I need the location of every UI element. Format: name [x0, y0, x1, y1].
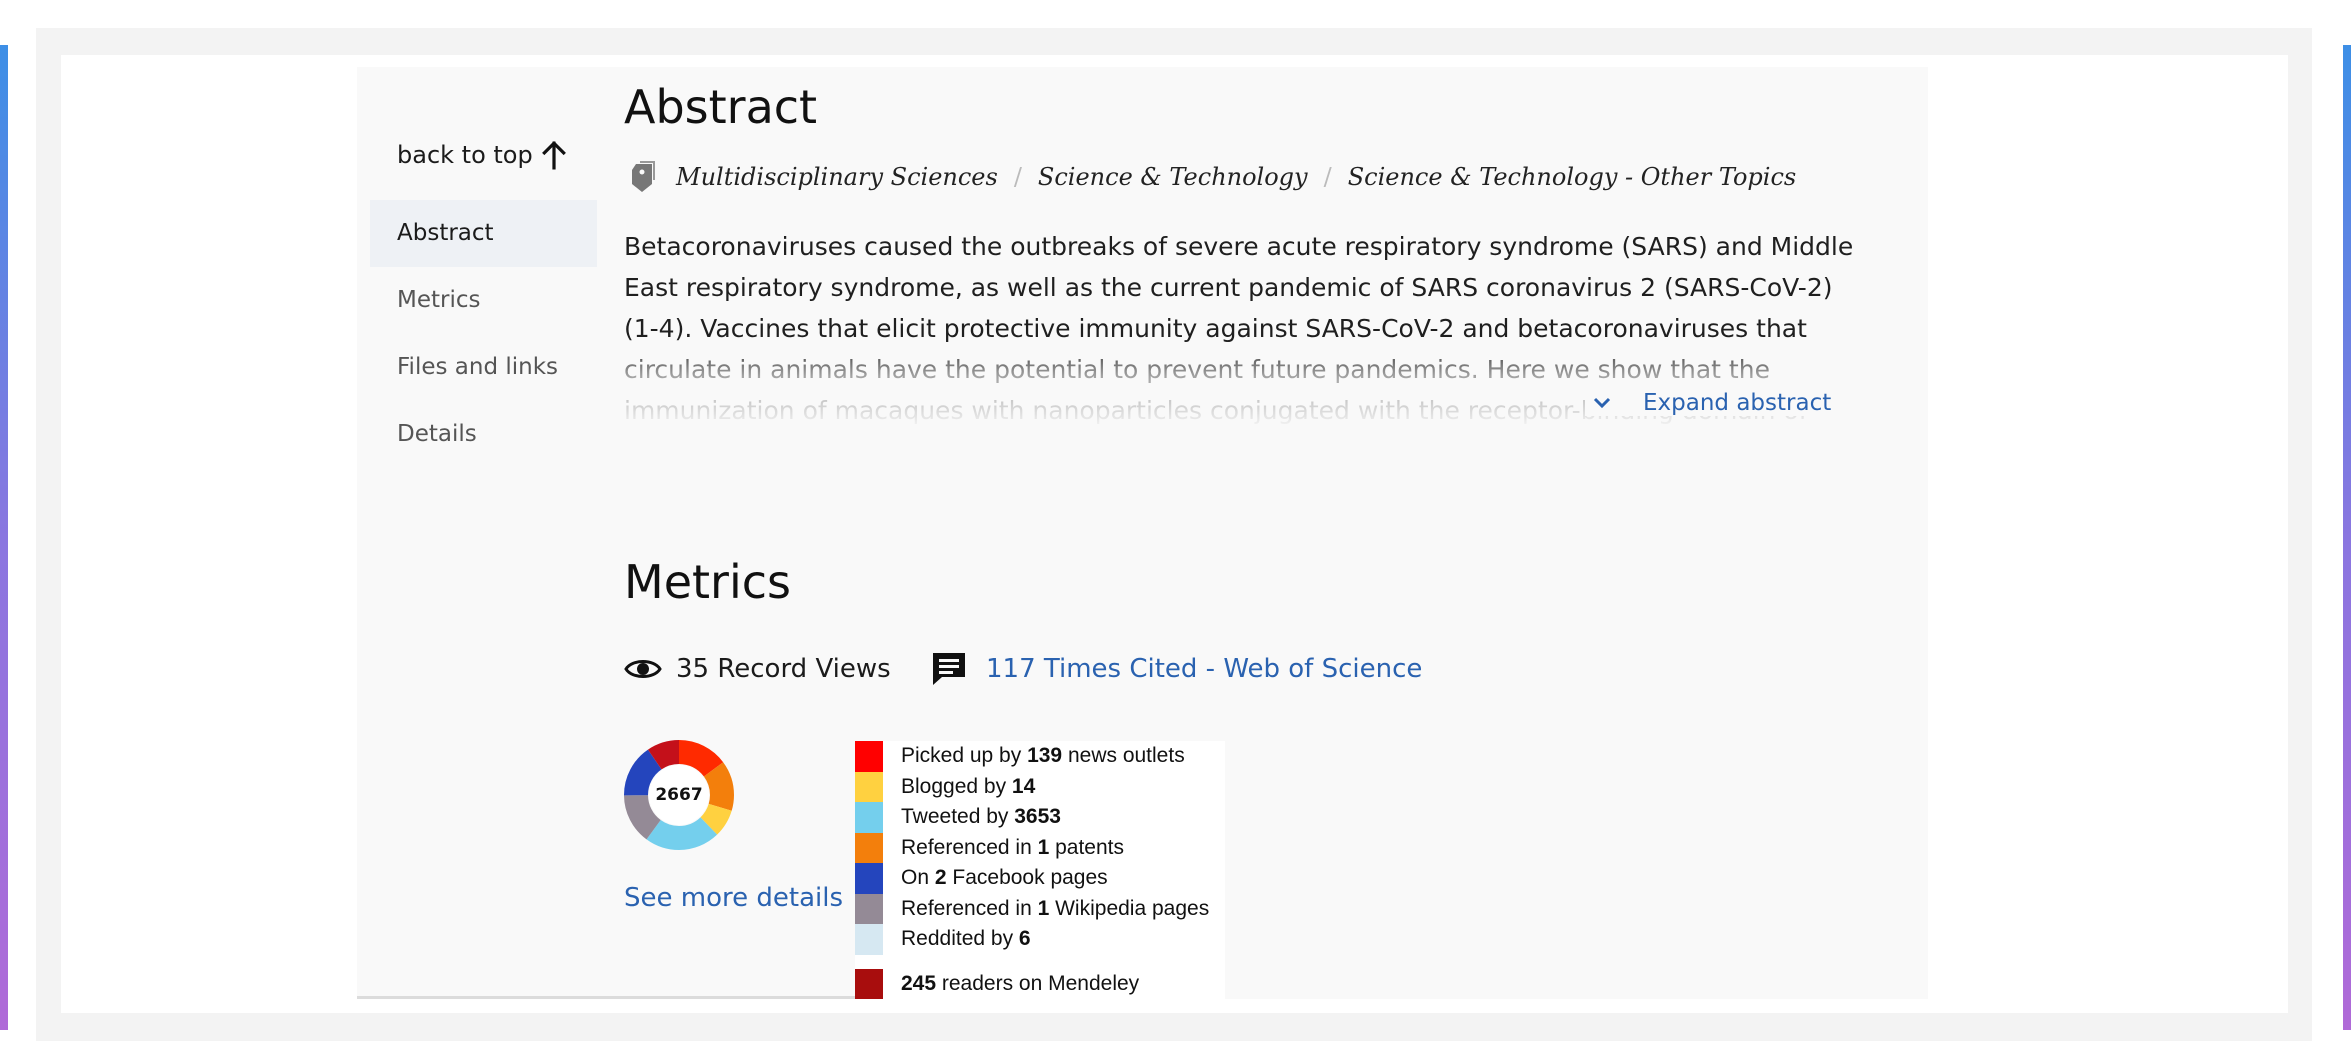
window-edge-right [2343, 45, 2351, 1030]
legend-row: Referenced in 1 patents [855, 832, 1225, 863]
legend-suffix: Facebook pages [946, 866, 1108, 890]
chevron-down-icon [1591, 392, 1613, 414]
category-breadcrumb: Multidisciplinary Sciences / Science & Tec… [624, 160, 1796, 194]
back-to-top-label: back to top [397, 141, 533, 169]
legend-swatch [855, 802, 883, 833]
legend-swatch [855, 771, 883, 802]
legend-prefix: Referenced in [901, 835, 1038, 859]
legend-row: Referenced in 1 Wikipedia pages [855, 893, 1225, 924]
comment-icon [930, 650, 986, 688]
legend-text: Reddited by 6 [901, 927, 1031, 951]
altmetric-score: 2667 [655, 785, 703, 805]
altmetric-legend: Picked up by 139 news outlets Blogged by … [855, 741, 1225, 999]
legend-row: Picked up by 139 news outlets [855, 741, 1225, 772]
legend-count: 1 [1037, 835, 1050, 859]
legend-count: 14 [1011, 774, 1036, 798]
legend-suffix: news outlets [1062, 744, 1185, 768]
category-link[interactable]: Multidisciplinary Sciences [676, 163, 998, 191]
legend-swatch [855, 741, 883, 772]
section-nav: Abstract Metrics Files and links Details [370, 200, 597, 468]
nav-item-abstract[interactable]: Abstract [370, 200, 597, 267]
legend-row-mendeley: 245 readers on Mendeley [855, 968, 1225, 999]
legend-gap [855, 955, 1225, 969]
legend-text: Picked up by 139 news outlets [901, 744, 1185, 768]
legend-prefix: Tweeted by [901, 805, 1015, 829]
legend-row: Reddited by 6 [855, 924, 1225, 955]
nav-item-details[interactable]: Details [370, 401, 597, 468]
see-more-details-link[interactable]: See more details [624, 883, 843, 913]
panel-divider [357, 996, 857, 999]
abstract-heading: Abstract [624, 80, 818, 134]
breadcrumb-separator: / [1323, 163, 1332, 191]
expand-abstract-button[interactable]: Expand abstract [1585, 390, 1832, 416]
legend-text: On 2 Facebook pages [901, 866, 1108, 890]
times-cited-link[interactable]: 117 Times Cited - Web of Science [930, 650, 1422, 688]
legend-count: 6 [1018, 927, 1031, 951]
legend-count: 139 [1027, 744, 1063, 768]
legend-prefix: Blogged by [901, 774, 1012, 798]
expand-abstract-label: Expand abstract [1643, 390, 1832, 416]
legend-swatch [855, 832, 883, 863]
record-views-label: 35 Record Views [676, 654, 891, 684]
legend-swatch [855, 893, 883, 924]
legend-swatch [855, 968, 883, 999]
legend-prefix: Reddited by [901, 927, 1019, 951]
legend-count: 3653 [1014, 805, 1061, 829]
legend-swatch [855, 924, 883, 955]
legend-text: Referenced in 1 patents [901, 836, 1124, 860]
back-to-top-link[interactable]: back to top [397, 140, 567, 170]
nav-item-files-and-links[interactable]: Files and links [370, 334, 597, 401]
legend-suffix: readers on Mendeley [936, 971, 1140, 995]
eye-icon [624, 650, 676, 688]
legend-text: Tweeted by 3653 [901, 805, 1061, 829]
legend-text: Referenced in 1 Wikipedia pages [901, 897, 1209, 921]
nav-item-metrics[interactable]: Metrics [370, 267, 597, 334]
tag-icon [624, 160, 676, 194]
legend-count: 2 [934, 866, 947, 890]
legend-count: 1 [1037, 896, 1050, 920]
record-views: 35 Record Views [624, 650, 891, 688]
legend-text: Blogged by 14 [901, 775, 1035, 799]
arrow-up-icon [541, 140, 567, 170]
metrics-heading: Metrics [624, 555, 791, 609]
abstract-fade-overlay [624, 340, 1924, 430]
category-link[interactable]: Science & Technology [1038, 163, 1308, 191]
legend-row: On 2 Facebook pages [855, 863, 1225, 894]
legend-prefix: Referenced in [901, 896, 1038, 920]
legend-suffix: patents [1049, 835, 1125, 859]
legend-row: Blogged by 14 [855, 771, 1225, 802]
altmetric-donut[interactable]: 2667 [624, 740, 734, 850]
legend-row: Tweeted by 3653 [855, 802, 1225, 833]
window-edge-left [0, 45, 8, 1030]
legend-text: 245 readers on Mendeley [901, 972, 1139, 996]
legend-prefix: On [901, 866, 935, 890]
category-link[interactable]: Science & Technology - Other Topics [1348, 163, 1797, 191]
legend-swatch [855, 863, 883, 894]
legend-prefix: Picked up by [901, 744, 1028, 768]
times-cited-label: 117 Times Cited - Web of Science [986, 654, 1423, 684]
breadcrumb-separator: / [1013, 163, 1022, 191]
legend-count: 245 [901, 971, 937, 995]
legend-suffix: Wikipedia pages [1049, 896, 1210, 920]
